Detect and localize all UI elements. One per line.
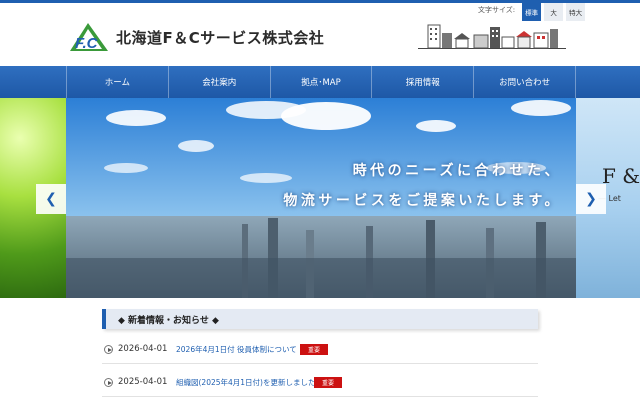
- svg-text:F.C: F.C: [75, 35, 99, 52]
- company-name[interactable]: 北海道F＆Cサービス株式会社: [116, 27, 324, 48]
- global-nav: ホーム 会社案内 拠点･MAP 採用情報 お問い合わせ: [0, 66, 640, 98]
- city-skyline-illustration: [418, 24, 566, 49]
- news-item: 2026-04-01 2026年4月1日付 役員体制について 重要: [102, 336, 538, 364]
- chevron-left-icon: ❮: [45, 191, 57, 207]
- company-logo[interactable]: F.C: [66, 21, 112, 53]
- news-item: 2025-04-01 組織図(2025年4月1日付)を更新しました 重要: [102, 369, 538, 397]
- important-badge: 重要: [314, 377, 342, 388]
- font-size-switcher: 文字サイズ: 標準 大 特大: [478, 3, 586, 21]
- font-size-xlarge-button[interactable]: 特大: [566, 3, 586, 21]
- arrow-circle-icon: [104, 345, 113, 354]
- nav-item-locations-map[interactable]: 拠点･MAP: [269, 66, 372, 98]
- important-badge: 重要: [300, 344, 328, 355]
- slider-prev-button[interactable]: ❮: [36, 184, 66, 214]
- news-heading-bar: ◆ 新着情報・お知らせ ◆: [102, 309, 538, 329]
- nav-item-recruit[interactable]: 採用情報: [371, 66, 473, 98]
- hero-catchphrase-line1: 時代のニーズに合わせた、: [352, 163, 562, 179]
- nav-item-contact[interactable]: お問い合わせ: [473, 66, 576, 98]
- arrow-circle-icon: [104, 378, 113, 387]
- news-date: 2026-04-01: [118, 344, 168, 354]
- news-heading: ◆ 新着情報・お知らせ ◆: [118, 316, 219, 326]
- font-size-standard-button[interactable]: 標準: [522, 3, 542, 21]
- nav-item-company[interactable]: 会社案内: [167, 66, 270, 98]
- news-date: 2025-04-01: [118, 377, 168, 387]
- news-title-link[interactable]: 2026年4月1日付 役員体制について: [176, 344, 297, 355]
- slider-next-button[interactable]: ❯: [576, 184, 606, 214]
- hero-catchphrase-line2: 物流サービスをご提案いたします。: [283, 193, 562, 209]
- hero-slider: 時代のニーズに合わせた、 物流サービスをご提案いたします。 F & — Let …: [0, 98, 640, 298]
- nav-item-home[interactable]: ホーム: [66, 66, 168, 98]
- font-size-large-button[interactable]: 大: [544, 3, 564, 21]
- font-size-label: 文字サイズ:: [478, 6, 516, 14]
- next-slide-title: F &: [602, 164, 640, 188]
- chevron-right-icon: ❯: [585, 191, 597, 207]
- news-title-link[interactable]: 組織図(2025年4月1日付)を更新しました: [176, 377, 315, 388]
- site-header: F.C 北海道F＆Cサービス株式会社 文字サイズ: 標準 大 特大: [0, 0, 640, 66]
